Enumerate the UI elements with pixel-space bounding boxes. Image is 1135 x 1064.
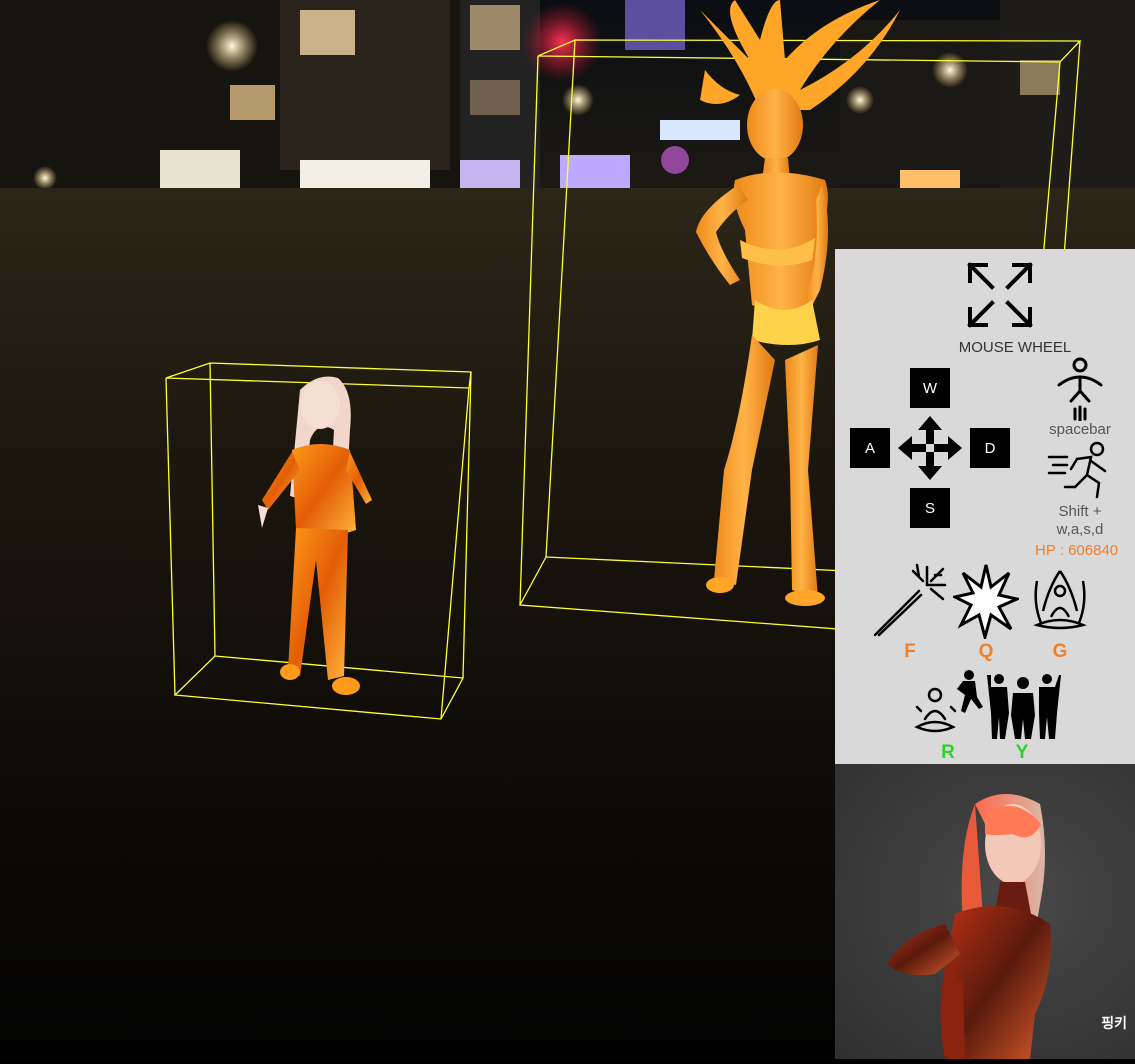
key-w: W <box>910 368 950 408</box>
zoom-label: MOUSE WHEEL <box>958 339 1072 356</box>
skill-key-q: Q <box>978 641 994 662</box>
hp-readout: HP : 606840 <box>1035 542 1119 559</box>
character-portrait-image <box>887 794 1051 1059</box>
controls-help-panel: MOUSE WHEEL W A D S spacebar Shift + w,a… <box>835 249 1135 764</box>
running-person-icon <box>1047 441 1107 499</box>
crowd-cheer-icon <box>987 674 1061 739</box>
character-name-label: 핑키 <box>1101 1015 1127 1031</box>
skill-key-f: F <box>904 641 916 662</box>
meditation-aura-icon <box>1033 570 1087 630</box>
key-a: A <box>850 428 890 468</box>
skill-key-r: R <box>941 742 955 763</box>
key-d: D <box>970 428 1010 468</box>
meditate-dance-icon <box>914 670 983 733</box>
jump-label: spacebar <box>1049 421 1111 438</box>
run-label-line2: w,a,s,d <box>1056 521 1104 538</box>
run-label-line1: Shift + <box>1058 503 1102 520</box>
jump-person-icon <box>1057 357 1103 421</box>
key-s: S <box>910 488 950 528</box>
character-portrait: 핑키 <box>835 764 1135 1059</box>
skill-key-y: Y <box>1015 742 1029 763</box>
explosion-burst-icon <box>953 564 1019 639</box>
move-arrows-icon <box>898 416 962 480</box>
fullscreen-arrows-icon <box>967 262 1033 328</box>
skill-key-g: G <box>1052 641 1068 662</box>
city-night-backdrop <box>0 0 1135 190</box>
sparkler-wand-icon <box>873 563 947 637</box>
